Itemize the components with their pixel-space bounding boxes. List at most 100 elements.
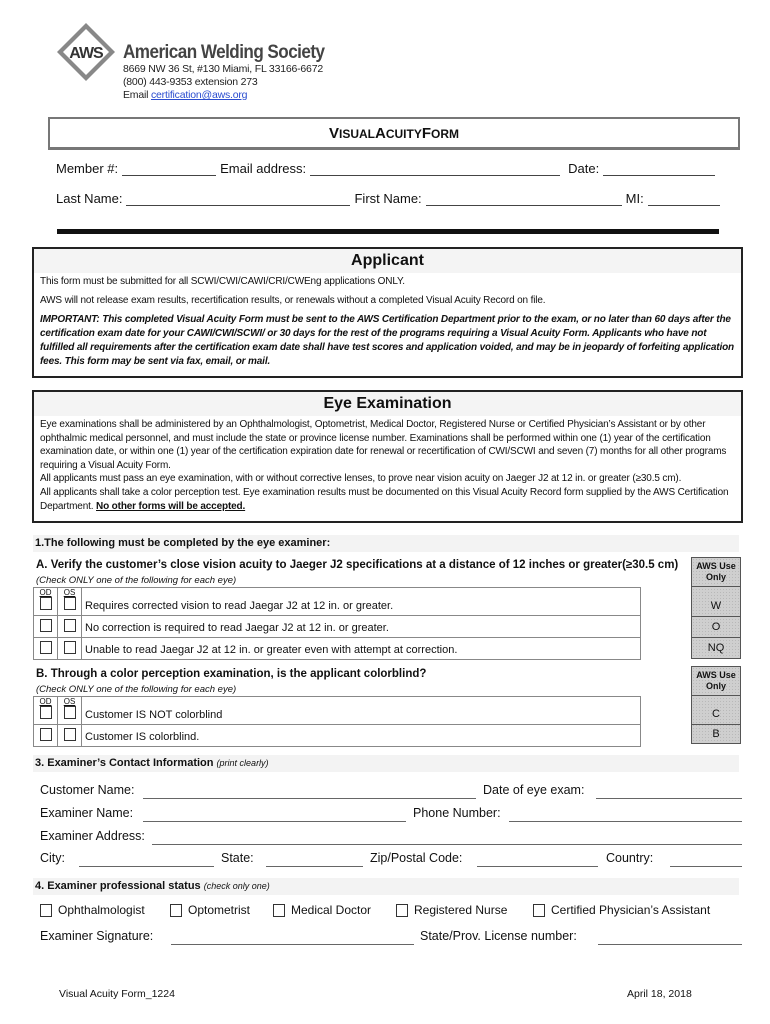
option-label: No correction is required to read Jaegar… xyxy=(81,615,641,638)
footer-form-id: Visual Acuity Form_1224 xyxy=(59,988,175,1000)
phone-number-label: Phone Number: xyxy=(413,806,501,820)
status-option-cpa[interactable]: Certified Physician’s Assistant xyxy=(533,903,710,917)
checkbox[interactable] xyxy=(40,903,52,917)
email-address-input[interactable] xyxy=(310,163,561,176)
checkbox[interactable] xyxy=(170,903,182,917)
aws-use-header: AWS Use Only xyxy=(696,670,736,691)
member-label: Member #: xyxy=(56,161,119,176)
signature-label: Examiner Signature: xyxy=(40,929,154,943)
checkbox[interactable] xyxy=(273,903,285,917)
eye-exam-text-1: Eye examinations shall be administered b… xyxy=(40,419,727,471)
date-of-exam-input[interactable] xyxy=(596,798,742,799)
email-link[interactable]: certification@aws.org xyxy=(151,89,248,101)
form-title-box: VISUAL ACUITY FORM xyxy=(48,117,740,150)
option-label: Unable to read Jaegar J2 at 12 in. or gr… xyxy=(81,637,641,660)
od-checkbox[interactable] xyxy=(39,706,52,719)
email-label: Email xyxy=(123,89,149,101)
aws-code: W xyxy=(692,586,740,616)
org-phone: (800) 443-9353 extension 273 xyxy=(123,76,258,88)
question-b-title: B. Through a color perception examinatio… xyxy=(36,668,427,680)
eye-exam-section: Eye Examination Eye examinations shall b… xyxy=(32,390,743,523)
eye-exam-heading: Eye Examination xyxy=(34,392,741,416)
state-input[interactable] xyxy=(266,866,363,867)
svg-text:AWS: AWS xyxy=(69,45,104,62)
examiner-name-label: Examiner Name: xyxy=(40,806,134,820)
email-address-label: Email address: xyxy=(220,161,307,176)
examiner-address-label: Examiner Address: xyxy=(40,829,145,843)
date-of-exam-label: Date of eye exam: xyxy=(483,783,585,797)
option-label: Requires corrected vision to read Jaegar… xyxy=(81,587,641,616)
phone-number-input[interactable] xyxy=(509,821,742,822)
zip-input[interactable] xyxy=(477,866,598,867)
customer-name-label: Customer Name: xyxy=(40,783,135,797)
aws-code: NQ xyxy=(692,637,740,658)
org-address: 8669 NW 36 St, #130 Miami, FL 33166-6672 xyxy=(123,63,323,75)
eye-exam-text-3: All applicants shall take a color percep… xyxy=(40,486,729,512)
examiner-address-input[interactable] xyxy=(152,844,742,845)
os-checkbox[interactable] xyxy=(63,728,76,741)
mi-input[interactable] xyxy=(647,193,720,206)
od-checkbox[interactable] xyxy=(39,728,52,741)
section4-band: 4. Examiner professional status (check o… xyxy=(33,878,739,895)
os-checkbox[interactable] xyxy=(63,641,76,654)
os-header: OS xyxy=(63,588,76,597)
option-row: Customer IS colorblind. xyxy=(33,724,641,747)
last-name-label: Last Name: xyxy=(56,191,123,206)
section3-band: 3. Examiner’s Contact Information (print… xyxy=(33,755,739,772)
checkbox[interactable] xyxy=(396,903,408,917)
os-checkbox[interactable] xyxy=(63,597,76,610)
od-checkbox[interactable] xyxy=(39,597,52,610)
member-input[interactable] xyxy=(122,163,217,176)
status-option-registered-nurse[interactable]: Registered Nurse xyxy=(396,903,507,917)
examiner-name-input[interactable] xyxy=(143,821,406,822)
country-input[interactable] xyxy=(670,866,742,867)
question-b-table: OD OS Customer IS NOT colorblind Custome… xyxy=(33,696,641,747)
os-checkbox[interactable] xyxy=(63,706,76,719)
country-label: Country: xyxy=(606,851,654,865)
top-fields-row-1: Member #: Email address: Date: xyxy=(56,161,719,176)
no-other-forms: No other forms will be accepted. xyxy=(96,500,246,512)
status-option-optometrist[interactable]: Optometrist xyxy=(170,903,250,917)
customer-name-input[interactable] xyxy=(143,798,476,799)
aws-logo: AWS xyxy=(57,23,115,81)
city-input[interactable] xyxy=(79,866,214,867)
section1-band: 1.The following must be completed by the… xyxy=(33,535,739,552)
od-checkbox[interactable] xyxy=(39,619,52,632)
status-option-medical-doctor[interactable]: Medical Doctor xyxy=(273,903,371,917)
zip-label: Zip/Postal Code: xyxy=(370,851,463,865)
license-label: State/Prov. License number: xyxy=(420,929,577,943)
date-input[interactable] xyxy=(603,163,716,176)
applicant-heading: Applicant xyxy=(34,249,741,273)
question-a-title: A. Verify the customer’s close vision ac… xyxy=(36,559,679,571)
divider xyxy=(57,229,719,234)
question-b-subtitle: (Check ONLY one of the following for eac… xyxy=(36,684,237,695)
first-name-input[interactable] xyxy=(425,193,622,206)
aws-use-only-b: AWS Use Only C B xyxy=(691,666,741,744)
os-checkbox[interactable] xyxy=(63,619,76,632)
os-header: OS xyxy=(63,697,76,706)
option-label: Customer IS NOT colorblind xyxy=(81,696,641,725)
aws-code: O xyxy=(692,616,740,637)
aws-code: B xyxy=(692,724,740,743)
od-checkbox[interactable] xyxy=(39,641,52,654)
od-header: OD xyxy=(39,588,52,597)
org-name: American Welding Society xyxy=(123,42,325,63)
check-only-one-note: (check only one) xyxy=(203,881,270,891)
last-name-input[interactable] xyxy=(126,193,351,206)
city-label: City: xyxy=(40,851,65,865)
eye-exam-text-2: All applicants must pass an eye examinat… xyxy=(40,473,682,485)
signature-input[interactable] xyxy=(171,944,414,945)
question-a-subtitle: (Check ONLY one of the following for eac… xyxy=(36,575,237,586)
checkbox[interactable] xyxy=(533,903,545,917)
state-label: State: xyxy=(221,851,254,865)
applicant-text-2: AWS will not release exam results, recer… xyxy=(40,295,546,306)
applicant-section: Applicant This form must be submitted fo… xyxy=(32,247,743,378)
print-clearly-note: (print clearly) xyxy=(216,758,269,768)
license-input[interactable] xyxy=(598,944,742,945)
form-title: VISUAL ACUITY FORM xyxy=(328,125,460,142)
date-label: Date: xyxy=(568,161,600,176)
option-row: No correction is required to read Jaegar… xyxy=(33,615,641,638)
option-row: Unable to read Jaegar J2 at 12 in. or gr… xyxy=(33,637,641,660)
applicant-important: IMPORTANT: This completed Visual Acuity … xyxy=(40,314,734,367)
status-option-ophthalmologist[interactable]: Ophthalmologist xyxy=(40,903,145,917)
